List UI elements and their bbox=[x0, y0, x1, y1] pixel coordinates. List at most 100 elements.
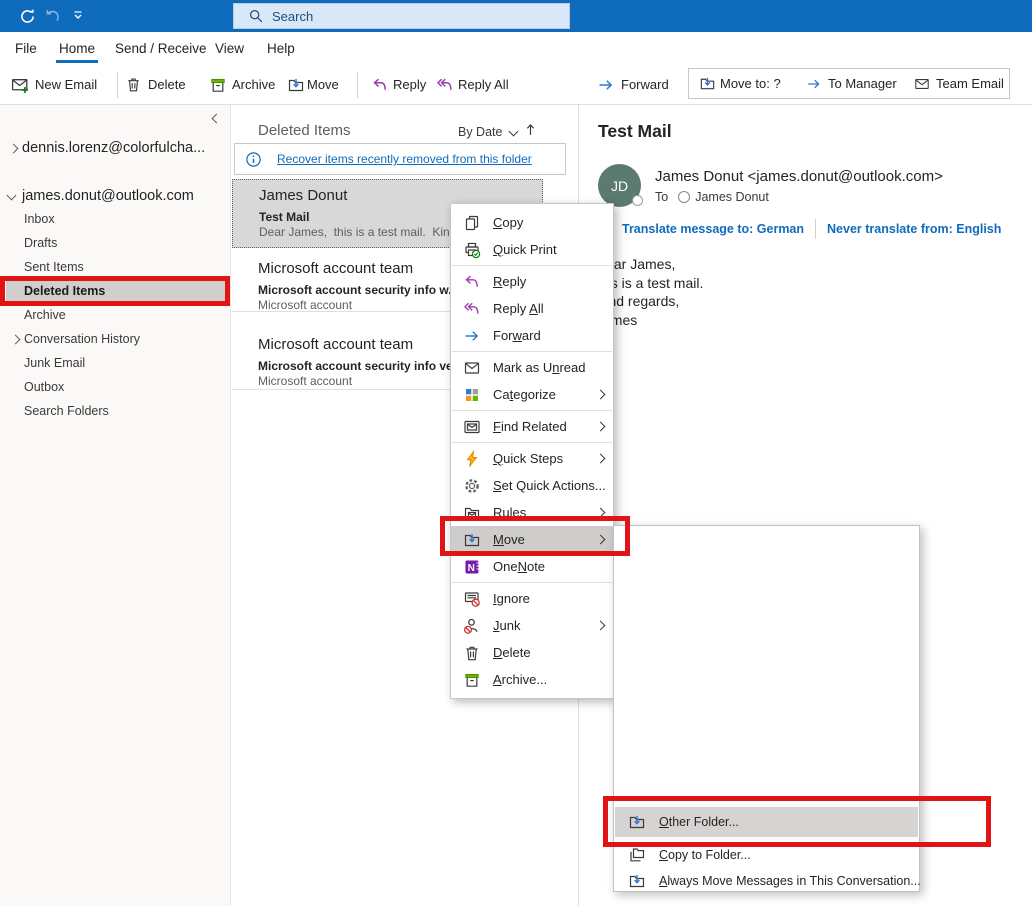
menu-item-set-quick-actions[interactable]: Set Quick Actions... bbox=[451, 472, 613, 499]
sidebar-item-junk-email[interactable]: Junk Email bbox=[0, 352, 231, 374]
set-quick-actions-icon bbox=[463, 477, 481, 495]
tab-help[interactable]: Help bbox=[267, 32, 295, 65]
recipient-name[interactable]: James Donut bbox=[695, 190, 769, 204]
search-placeholder: Search bbox=[272, 9, 313, 24]
sync-icon bbox=[18, 7, 38, 26]
svg-text:N: N bbox=[468, 562, 475, 573]
menu-item-forward[interactable]: Forward bbox=[451, 322, 613, 349]
menu-item-copy[interactable]: Copy bbox=[451, 209, 613, 236]
ribbon-toolbar: New Email Delete Archive Move Reply bbox=[0, 65, 1032, 105]
menu-item-label: Archive... bbox=[493, 672, 547, 687]
folder-sidebar: dennis.lorenz@colorfulcha... james.donut… bbox=[0, 105, 231, 906]
menu-item-junk[interactable]: Junk bbox=[451, 612, 613, 639]
archive-icon bbox=[209, 76, 227, 94]
tab-send-receive[interactable]: Send / Receive bbox=[115, 32, 207, 65]
new-email-button[interactable]: New Email bbox=[35, 65, 97, 104]
sidebar-item-archive[interactable]: Archive bbox=[0, 304, 231, 326]
reply-icon bbox=[463, 273, 481, 291]
menu-item-delete[interactable]: Delete bbox=[451, 639, 613, 666]
translate-bar: Translate message to: German Never trans… bbox=[622, 219, 1001, 239]
to-manager-quick-step[interactable]: To Manager bbox=[828, 69, 897, 98]
collapse-account-icon[interactable] bbox=[7, 191, 17, 201]
quick-steps-gallery: Move to: ? To Manager Team Email bbox=[688, 68, 1010, 99]
forward-icon bbox=[463, 327, 481, 345]
delete-button[interactable]: Delete bbox=[148, 65, 186, 104]
menu-item-categorize[interactable]: Categorize bbox=[451, 381, 613, 408]
move-folder-icon bbox=[287, 76, 305, 94]
separator bbox=[452, 410, 612, 411]
active-tab-underline bbox=[56, 60, 98, 63]
move-to-quick-step[interactable]: Move to: ? bbox=[720, 69, 781, 98]
undo-button[interactable] bbox=[44, 7, 64, 26]
search-icon bbox=[248, 8, 264, 24]
menu-item-quick-steps[interactable]: Quick Steps bbox=[451, 445, 613, 472]
menu-item-label: Reply All bbox=[493, 301, 544, 316]
sidebar-item-conversation-history[interactable]: Conversation History bbox=[0, 328, 231, 350]
chevron-down-icon bbox=[509, 126, 519, 136]
annotation-box-other-folder bbox=[603, 796, 991, 847]
menu-item-label: Delete bbox=[493, 645, 531, 660]
sidebar-item-drafts[interactable]: Drafts bbox=[0, 232, 231, 254]
translate-message-link[interactable]: Translate message to: German bbox=[622, 222, 804, 236]
tab-file[interactable]: File bbox=[15, 32, 37, 65]
send-receive-button[interactable] bbox=[18, 7, 38, 26]
list-title: Deleted Items bbox=[258, 122, 351, 139]
menu-item-reply-all[interactable]: Reply All bbox=[451, 295, 613, 322]
presence-indicator bbox=[632, 195, 643, 206]
menu-item-archive[interactable]: Archive... bbox=[451, 666, 613, 693]
archive-icon bbox=[463, 671, 481, 689]
menu-item-find-related[interactable]: Find Related bbox=[451, 413, 613, 440]
to-manager-icon bbox=[806, 76, 822, 92]
chevron-down-icon bbox=[70, 7, 90, 23]
menu-item-label: Forward bbox=[493, 328, 541, 343]
tab-home[interactable]: Home bbox=[59, 32, 95, 65]
sidebar-item-outbox[interactable]: Outbox bbox=[0, 376, 231, 398]
delete-icon bbox=[125, 76, 142, 93]
search-input[interactable]: Search bbox=[233, 3, 570, 29]
recover-items-link[interactable]: Recover items recently removed from this… bbox=[277, 152, 532, 166]
menu-item-label: Quick Print bbox=[493, 242, 557, 257]
menu-item-ignore[interactable]: Ignore bbox=[451, 585, 613, 612]
archive-button[interactable]: Archive bbox=[232, 65, 275, 104]
forward-button[interactable]: Forward bbox=[621, 65, 669, 104]
reply-button[interactable]: Reply bbox=[393, 65, 426, 104]
never-translate-link[interactable]: Never translate from: English bbox=[827, 222, 1001, 236]
forward-icon bbox=[597, 76, 615, 94]
undo-icon bbox=[44, 7, 64, 26]
menu-item-label: Ignore bbox=[493, 591, 530, 606]
find-related-icon bbox=[463, 418, 481, 436]
menu-item-quick-print[interactable]: Quick Print bbox=[451, 236, 613, 263]
menu-item-mark-as-unread[interactable]: Mark as Unread bbox=[451, 354, 613, 381]
annotation-box-move bbox=[440, 516, 630, 556]
menu-item-reply[interactable]: Reply bbox=[451, 268, 613, 295]
submenu-arrow-icon bbox=[596, 621, 606, 631]
reply-all-button[interactable]: Reply All bbox=[458, 65, 509, 104]
menu-item-onenote[interactable]: N OneNote bbox=[451, 553, 613, 580]
expand-folder-icon[interactable] bbox=[11, 335, 21, 345]
categorize-icon bbox=[463, 386, 481, 404]
menu-item-label: Quick Steps bbox=[493, 451, 563, 466]
submenu-item-always-move-messages[interactable]: Always Move Messages in This Conversatio… bbox=[615, 868, 918, 893]
menu-item-label: OneNote bbox=[493, 559, 545, 574]
message-recipients: To James Donut bbox=[655, 190, 769, 204]
sort-ascending-icon[interactable] bbox=[523, 122, 538, 137]
account-dennis[interactable]: dennis.lorenz@colorfulcha... bbox=[0, 136, 231, 160]
reply-all-icon bbox=[436, 76, 454, 94]
team-email-quick-step[interactable]: Team Email bbox=[936, 69, 1004, 98]
submenu-item-label: Copy to Folder... bbox=[659, 848, 751, 862]
sidebar-item-sent-items[interactable]: Sent Items bbox=[0, 256, 231, 278]
move-button[interactable]: Move bbox=[307, 65, 339, 104]
sidebar-item-inbox[interactable]: Inbox bbox=[0, 208, 231, 230]
sort-by-button[interactable]: By Date bbox=[458, 125, 517, 139]
submenu-item-label: Always Move Messages in This Conversatio… bbox=[659, 874, 921, 888]
menu-item-label: Categorize bbox=[493, 387, 556, 402]
customize-quick-access-button[interactable] bbox=[70, 7, 90, 26]
expand-account-icon[interactable] bbox=[9, 144, 19, 154]
ignore-icon bbox=[463, 590, 481, 608]
account-james[interactable]: james.donut@outlook.com bbox=[0, 184, 231, 208]
collapse-sidebar-icon[interactable] bbox=[212, 114, 222, 124]
sidebar-item-search-folders[interactable]: Search Folders bbox=[0, 400, 231, 422]
recipient-presence-icon bbox=[678, 191, 690, 203]
tab-view[interactable]: View bbox=[215, 32, 244, 65]
menu-item-label: Junk bbox=[493, 618, 520, 633]
